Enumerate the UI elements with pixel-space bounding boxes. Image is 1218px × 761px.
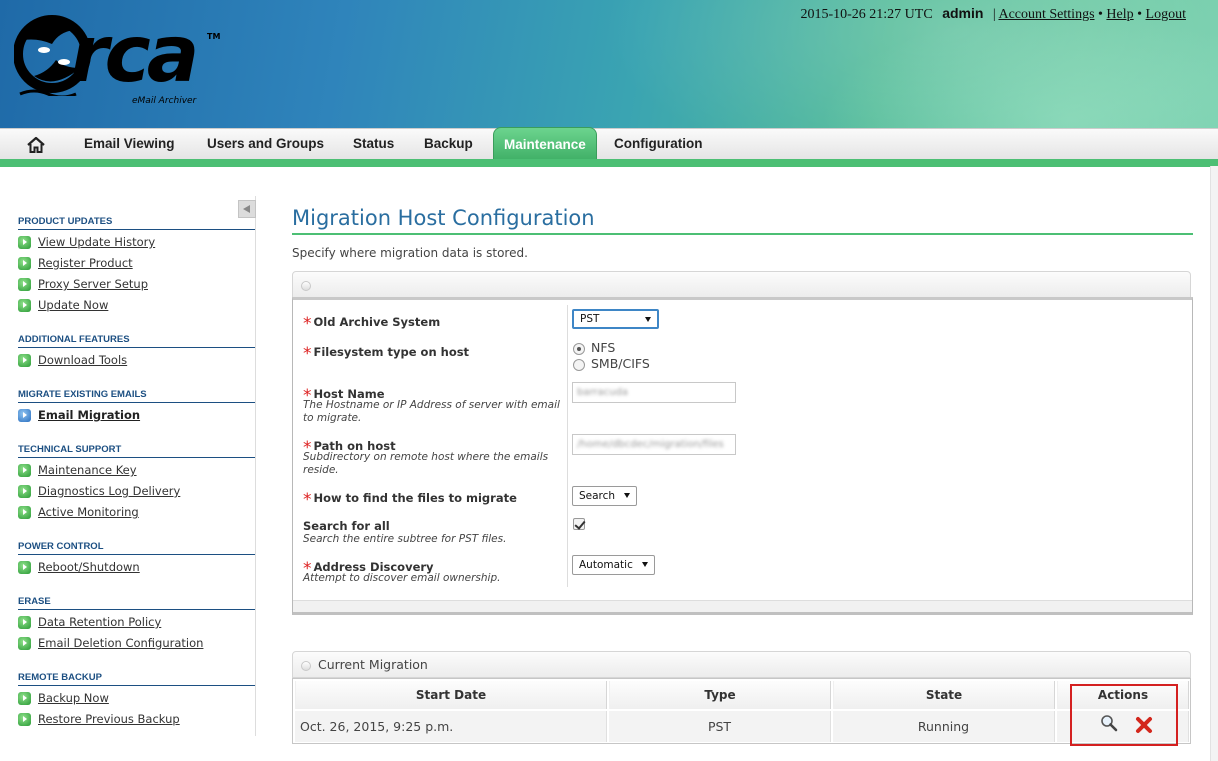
search-for-all-label: Search for all (303, 519, 390, 533)
required-mark: * (303, 490, 312, 510)
arrow-bullet-icon (18, 354, 31, 367)
page-title: Migration Host Configuration (292, 206, 595, 230)
arrow-bullet-icon (18, 561, 31, 574)
header-banner: rca TM eMail Archiver 2015-10-26 21:27 U… (0, 0, 1218, 132)
host-name-hint: The Hostname or IP Address of server wit… (303, 399, 560, 424)
sidebar-section-title: MIGRATE EXISTING EMAILS (18, 389, 255, 403)
nfs-radio-label[interactable]: NFS (591, 340, 615, 355)
sidebar-section-title: ADDITIONAL FEATURES (18, 334, 255, 348)
panel-toggle-icon[interactable] (301, 661, 311, 671)
path-on-host-input[interactable]: /home/dbcdec/migration/files (572, 434, 736, 455)
panel-toggle-icon[interactable] (301, 281, 311, 291)
sidebar-section-title: POWER CONTROL (18, 541, 255, 555)
nav-underline (0, 159, 1218, 167)
config-panel-header (292, 271, 1191, 298)
title-divider (292, 233, 1193, 235)
old-archive-label: * Old Archive System (303, 314, 441, 334)
arrow-bullet-icon (18, 637, 31, 650)
arrow-bullet-icon (18, 409, 31, 422)
current-migration-title: Current Migration (318, 657, 428, 672)
cell-state: Running (833, 711, 1055, 742)
arrow-bullet-icon (18, 485, 31, 498)
host-name-input[interactable]: barracuda (572, 382, 736, 403)
arrow-bullet-icon (18, 616, 31, 629)
separator: | (992, 7, 996, 22)
sidebar-section-title: REMOTE BACKUP (18, 672, 255, 686)
nav-maintenance[interactable]: Maintenance (493, 127, 597, 161)
separator-bullet: • (1137, 7, 1143, 22)
search-for-all-checkbox[interactable] (573, 518, 585, 530)
required-mark: * (303, 344, 312, 364)
cell-type: PST (609, 711, 831, 742)
nav-users-and-groups[interactable]: Users and Groups (207, 129, 324, 160)
arrow-bullet-icon (18, 506, 31, 519)
address-discovery-hint: Attempt to discover email ownership. (303, 572, 501, 584)
arrow-bullet-icon (18, 713, 31, 726)
magnifier-icon[interactable] (1100, 714, 1118, 732)
help-link[interactable]: Help (1106, 7, 1133, 22)
form-footer (293, 600, 1192, 612)
column-header-start-date[interactable]: Start Date (295, 681, 607, 709)
arrow-bullet-icon (18, 257, 31, 270)
required-mark: * (303, 314, 312, 334)
smb-cifs-radio[interactable] (573, 359, 585, 371)
sidebar-section-title: ERASE (18, 596, 255, 610)
arrow-bullet-icon (18, 236, 31, 249)
delete-icon[interactable] (1135, 716, 1153, 734)
nfs-radio[interactable] (573, 343, 585, 355)
chevron-down-icon (642, 562, 648, 567)
page-scrollbar[interactable] (1210, 166, 1218, 761)
find-files-select[interactable]: Search (572, 486, 637, 506)
top-user-bar: 2015-10-26 21:27 UTC admin | Account Set… (800, 5, 1186, 23)
arrow-bullet-icon (18, 299, 31, 312)
chevron-down-icon (645, 317, 651, 322)
separator-bullet: • (1098, 7, 1103, 22)
actions-highlight-box (1070, 684, 1178, 746)
sidebar-section-title: PRODUCT UPDATES (18, 216, 255, 230)
logo-wordmark: rca (70, 10, 199, 100)
smb-cifs-radio-label[interactable]: SMB/CIFS (591, 356, 650, 371)
cell-start-date: Oct. 26, 2015, 9:25 p.m. (295, 711, 607, 742)
arrow-bullet-icon (18, 464, 31, 477)
nav-status[interactable]: Status (353, 129, 394, 160)
header-datetime: 2015-10-26 21:27 UTC (800, 7, 933, 22)
current-migration-header: Current Migration (292, 651, 1191, 678)
nav-configuration[interactable]: Configuration (614, 129, 702, 160)
old-archive-select[interactable]: PST (572, 309, 659, 329)
find-files-label: * How to find the files to migrate (303, 490, 517, 510)
logo-subtitle: eMail Archiver (132, 96, 197, 106)
current-user: admin (942, 5, 984, 21)
chevron-down-icon (624, 493, 630, 498)
home-icon[interactable] (26, 136, 46, 154)
sidebar-section-title: TECHNICAL SUPPORT (18, 444, 255, 458)
address-discovery-select[interactable]: Automatic (572, 555, 655, 575)
search-for-all-hint: Search the entire subtree for PST files. (303, 533, 507, 545)
main-nav: Email Viewing Users and Groups Status Ba… (0, 127, 1218, 161)
nav-email-viewing[interactable]: Email Viewing (84, 129, 175, 160)
column-header-type[interactable]: Type (609, 681, 831, 709)
arrow-bullet-icon (18, 692, 31, 705)
logout-link[interactable]: Logout (1146, 7, 1186, 22)
account-settings-link[interactable]: Account Settings (998, 7, 1094, 22)
arrow-bullet-icon (18, 278, 31, 291)
form-column-divider (567, 305, 568, 587)
logo-trademark: TM (207, 32, 221, 41)
current-migration-table: Start Date Type State Actions Oct. 26, 2… (292, 678, 1191, 744)
orca-logo: rca TM eMail Archiver (12, 4, 232, 114)
filesystem-type-label: * Filesystem type on host (303, 344, 470, 364)
column-header-state[interactable]: State (833, 681, 1055, 709)
page-description: Specify where migration data is stored. (292, 246, 528, 260)
nav-backup[interactable]: Backup (424, 129, 473, 160)
path-on-host-hint: Subdirectory on remote host where the em… (303, 451, 549, 476)
